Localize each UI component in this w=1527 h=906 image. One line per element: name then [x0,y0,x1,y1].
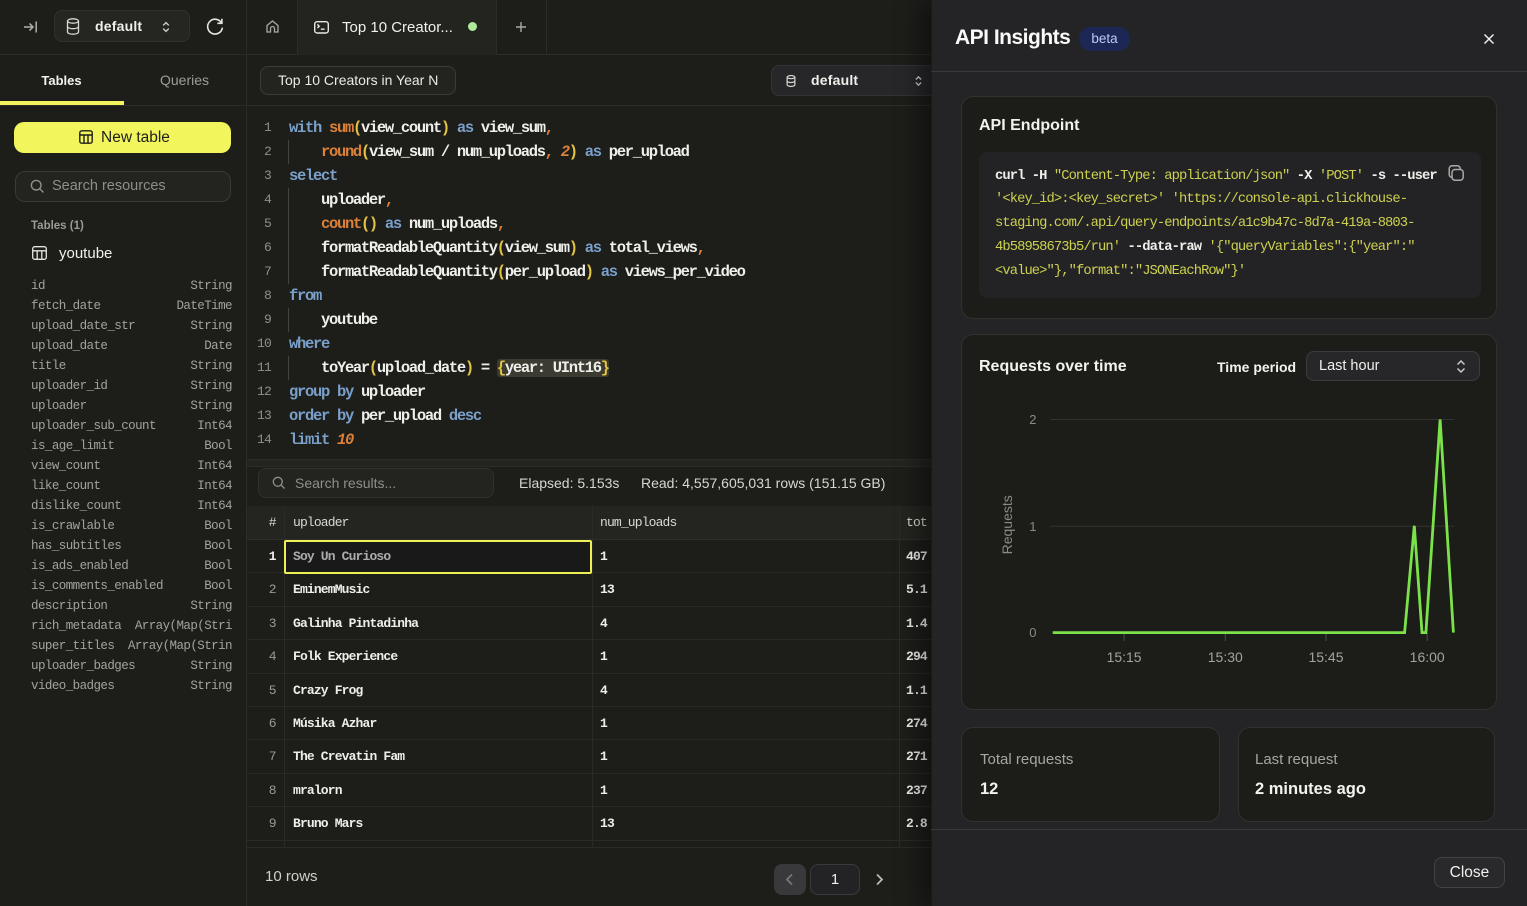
svg-text:15:15: 15:15 [1107,649,1142,665]
svg-text:0: 0 [1029,625,1036,640]
svg-text:2: 2 [1029,412,1036,427]
svg-text:15:45: 15:45 [1308,649,1343,665]
svg-text:Requests: Requests [999,495,1015,554]
svg-text:15:30: 15:30 [1208,649,1243,665]
svg-text:16:00: 16:00 [1410,649,1445,665]
svg-text:1: 1 [1029,519,1036,534]
